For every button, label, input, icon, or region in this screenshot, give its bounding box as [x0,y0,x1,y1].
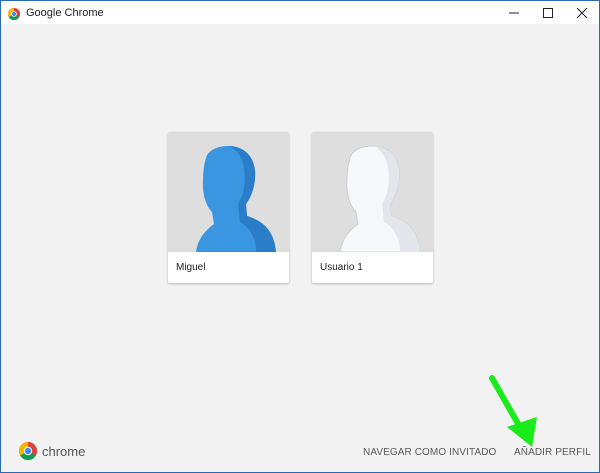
chrome-logo-icon [18,442,38,461]
profile-card-usuario-1[interactable]: Usuario 1 [312,132,433,283]
profile-name: Usuario 1 [320,262,363,273]
chrome-logo-icon [7,7,21,20]
maximize-button[interactable] [531,1,565,24]
window-controls [497,1,599,24]
close-button[interactable] [565,1,599,24]
minimize-icon [509,12,519,13]
profile-card-miguel[interactable]: Miguel [168,132,289,283]
close-icon [577,7,587,18]
window-title: Google Chrome [26,6,104,19]
chrome-wordmark: chrome [42,443,86,459]
profile-name: Miguel [176,262,206,273]
green-arrow-icon [489,375,537,447]
avatar [168,132,289,252]
add-profile-button[interactable]: AÑADIR PERFIL [514,447,591,458]
avatar [312,132,433,252]
title-bar: Google Chrome [1,1,599,24]
browse-as-guest-button[interactable]: NAVEGAR COMO INVITADO [363,447,496,458]
white-head-silhouette-icon [339,145,421,252]
minimize-button[interactable] [497,1,531,24]
maximize-icon [543,7,553,18]
chrome-profile-picker-window: Google Chrome Miguel Usuario 1 chrome NA… [0,0,600,473]
chrome-brand: chrome [18,442,86,461]
blue-head-silhouette-icon [196,146,276,252]
